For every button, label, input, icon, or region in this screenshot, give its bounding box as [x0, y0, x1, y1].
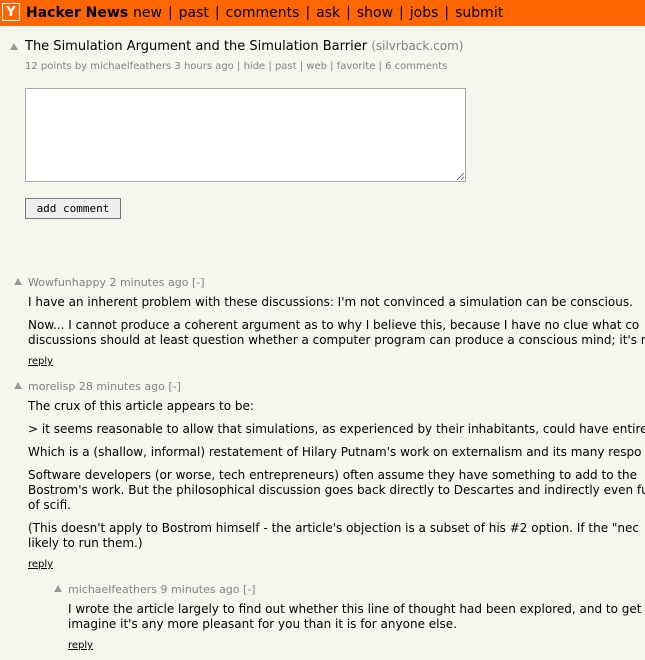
story-past-link[interactable]: past — [275, 61, 297, 72]
comment-collapse-toggle[interactable]: [-] — [192, 276, 205, 289]
comment-text-line: Which is a (shallow, informal) restateme… — [28, 445, 642, 459]
upvote-arrow-icon[interactable] — [14, 382, 22, 389]
story-title-row: The Simulation Argument and the Simulati… — [25, 39, 463, 54]
comment-user-link[interactable]: morelisp — [28, 380, 75, 393]
nav-separator: | — [305, 5, 311, 21]
comment-text-line: > it seems reasonable to allow that simu… — [28, 422, 645, 436]
comment-text-line: (This doesn't apply to Bostrom himself -… — [28, 521, 640, 535]
nav-separator: | — [167, 5, 173, 21]
comment-age-link[interactable]: 28 minutes ago — [79, 380, 165, 393]
comment-age-link[interactable]: 2 minutes ago — [109, 276, 188, 289]
story-user-link[interactable]: michaelfeathers — [90, 61, 171, 72]
nav-separator: | — [399, 5, 404, 21]
story-site-link[interactable]: (silvrback.com) — [371, 39, 463, 53]
upvote-arrow-icon[interactable] — [14, 278, 22, 285]
reply-link[interactable]: reply — [68, 640, 93, 651]
story-title-link[interactable]: The Simulation Argument and the Simulati… — [25, 39, 367, 54]
upvote-arrow-icon[interactable] — [10, 43, 18, 50]
comment-text-line: I have an inherent problem with these di… — [28, 295, 633, 309]
comment-text-line: imagine it's any more pleasant for you t… — [68, 617, 457, 631]
nav-ask-link[interactable]: ask — [316, 5, 340, 21]
comment-header: michaelfeathers 9 minutes ago [-] — [68, 583, 256, 596]
comment-text-line: I wrote the article largely to find out … — [68, 602, 642, 616]
story-age-link[interactable]: 3 hours ago — [174, 61, 233, 72]
comment-text-line: Now... I cannot produce a coherent argum… — [28, 318, 640, 332]
comment-text-line: likely to run them.) — [28, 536, 143, 550]
story-favorite-link[interactable]: favorite — [337, 61, 376, 72]
add-comment-button[interactable]: add comment — [25, 198, 121, 219]
story-hide-link[interactable]: hide — [244, 61, 266, 72]
story-comments-link[interactable]: 6 comments — [385, 61, 447, 72]
hn-logo[interactable]: Y — [2, 3, 20, 21]
comment-textarea[interactable] — [25, 88, 466, 182]
site-name-link[interactable]: Hacker News — [26, 5, 128, 21]
nav-separator: | — [214, 5, 220, 21]
comment-user-link[interactable]: Wowfunhappy — [28, 276, 106, 289]
comment-text-line: Software developers (or worse, tech entr… — [28, 468, 638, 482]
comment-text-line: The crux of this article appears to be: — [28, 399, 254, 413]
nav-new-link[interactable]: new — [133, 5, 162, 21]
nav-show-link[interactable]: show — [357, 5, 393, 21]
comment-collapse-toggle[interactable]: [-] — [168, 380, 181, 393]
comment-user-link[interactable]: michaelfeathers — [68, 583, 157, 596]
nav-separator: | — [444, 5, 450, 21]
comment-text-line: of scifi. — [28, 498, 71, 512]
upvote-arrow-icon[interactable] — [54, 585, 62, 592]
comment-header: Wowfunhappy 2 minutes ago [-] — [28, 276, 205, 289]
comment-header: morelisp 28 minutes ago [-] — [28, 380, 181, 393]
nav-past-link[interactable]: past — [179, 5, 209, 21]
comment-collapse-toggle[interactable]: [-] — [243, 583, 256, 596]
nav-jobs-link[interactable]: jobs — [410, 5, 439, 21]
nav-separator: | — [346, 5, 351, 21]
comment-text-line: Bostrom's work. But the philosophical di… — [28, 483, 645, 497]
story-web-link[interactable]: web — [306, 61, 327, 72]
story-points: 12 points — [25, 61, 72, 72]
story-by-label: by — [74, 61, 88, 72]
reply-link[interactable]: reply — [28, 559, 53, 570]
nav-comments-link[interactable]: comments — [226, 5, 300, 21]
comment-text-line: discussions should at least question whe… — [28, 333, 645, 347]
story-subtext: 12 points by michaelfeathers 3 hours ago… — [25, 61, 448, 72]
nav-submit-link[interactable]: submit — [455, 5, 503, 21]
nav-links: new | past | comments | ask | show | job… — [133, 5, 503, 21]
top-bar: Y Hacker News new | past | comments | as… — [0, 0, 645, 26]
reply-link[interactable]: reply — [28, 356, 53, 367]
comment-age-link[interactable]: 9 minutes ago — [161, 583, 240, 596]
